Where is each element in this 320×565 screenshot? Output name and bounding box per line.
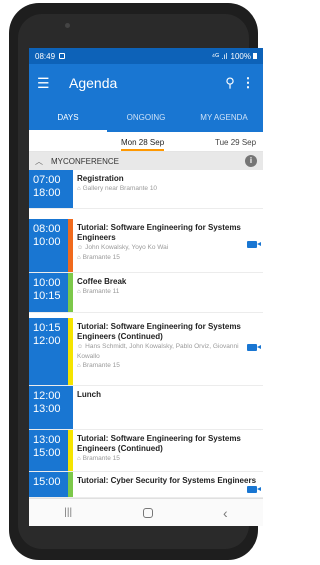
session-start: 10:15 (33, 322, 61, 334)
home-icon[interactable] (142, 507, 153, 518)
session-end: 10:00 (33, 236, 61, 248)
app-screen: 08:49 ⁴ᴳ .ıl 100% ☰ Agenda ⚲ ⋮ Days Ongo… (29, 48, 263, 526)
session-row[interactable]: 15:00 Tutorial: Cyber Security for Syste… (29, 472, 263, 498)
session-location: Bramante 15 (82, 254, 120, 261)
date-selector: Mon 28 Sep Tue 29 Sep (29, 132, 263, 152)
date-selected[interactable]: Mon 28 Sep (121, 138, 165, 151)
status-bar: 08:49 ⁴ᴳ .ıl 100% (29, 48, 263, 64)
session-speakers: Hans Schmidt, John Kowalsky, Pablo Orviz… (77, 343, 239, 360)
session-time: 07:00 18:00 (29, 170, 68, 208)
session-end: 18:00 (33, 187, 61, 199)
session-location: Bramante 15 (82, 362, 120, 369)
session-title: Registration (77, 174, 124, 183)
search-icon[interactable]: ⚲ (219, 75, 241, 91)
session-start: 13:00 (33, 434, 61, 446)
location-icon: ⌂ (77, 363, 81, 369)
session-row[interactable]: 12:00 13:00 Lunch (29, 386, 263, 430)
session-time: 08:00 10:00 (29, 219, 68, 272)
notification-icon (59, 53, 66, 59)
video-icon[interactable] (247, 241, 261, 248)
tab-days[interactable]: Days (29, 102, 107, 132)
session-speakers: John Kowalsky, Yoyo Ko Wai (85, 244, 169, 251)
session-end: 10:15 (33, 290, 61, 302)
session-start: 10:00 (33, 277, 61, 289)
person-icon: ☺ (77, 344, 84, 350)
session-location: Bramante 11 (82, 288, 120, 295)
recents-icon[interactable]: ||| (64, 507, 72, 518)
session-end: 15:00 (33, 447, 61, 459)
session-end: 13:00 (33, 403, 61, 415)
session-start: 12:00 (33, 390, 61, 402)
conference-header[interactable]: ︿ MYCONFERENCE i (29, 152, 263, 170)
date-next[interactable]: Tue 29 Sep (215, 138, 256, 147)
session-start: 15:00 (33, 476, 61, 488)
location-icon: ⌂ (77, 289, 81, 295)
session-row[interactable]: 08:00 10:00 Tutorial: Software Engineeri… (29, 219, 263, 273)
status-time: 08:49 (35, 51, 56, 61)
session-location: Bramante 15 (82, 455, 120, 462)
session-time: 10:00 10:15 (29, 273, 68, 312)
session-time: 10:15 12:00 (29, 318, 68, 385)
tab-my-agenda[interactable]: My Agenda (185, 102, 263, 132)
person-icon: ☺ (77, 245, 84, 251)
session-title: Lunch (77, 390, 101, 399)
session-time: 12:00 13:00 (29, 386, 68, 429)
session-title: Tutorial: Cyber Security for Systems Eng… (77, 476, 257, 485)
app-bar: ☰ Agenda ⚲ ⋮ (29, 64, 263, 102)
camera-dot (65, 23, 70, 28)
session-row[interactable]: 10:15 12:00 Tutorial: Software Engineeri… (29, 318, 263, 386)
back-icon[interactable]: ‹ (223, 505, 228, 521)
video-icon[interactable] (247, 344, 261, 351)
session-start: 08:00 (33, 223, 61, 235)
battery-level: 100% (230, 51, 251, 61)
session-location: Gallery near Bramante 10 (82, 185, 158, 192)
location-icon: ⌂ (77, 255, 81, 261)
page-title: Agenda (69, 75, 118, 91)
session-title: Tutorial: Software Engineering for Syste… (77, 322, 241, 341)
location-icon: ⌂ (77, 456, 81, 462)
session-time: 13:00 15:00 (29, 430, 68, 471)
tab-ongoing[interactable]: Ongoing (107, 102, 185, 132)
session-row[interactable]: 07:00 18:00 Registration ⌂ Gallery near B… (29, 170, 263, 209)
session-row[interactable]: 13:00 15:00 Tutorial: Software Engineeri… (29, 430, 263, 472)
battery-icon (253, 53, 257, 59)
session-title: Tutorial: Software Engineering for Syste… (77, 434, 241, 453)
more-vert-icon[interactable]: ⋮ (241, 75, 255, 91)
video-icon[interactable] (247, 486, 261, 493)
session-time: 15:00 (29, 472, 68, 497)
session-row[interactable]: 10:00 10:15 Coffee Break ⌂ Bramante 11 (29, 273, 263, 313)
location-icon: ⌂ (77, 186, 81, 192)
signal-icon: ⁴ᴳ .ıl (211, 51, 228, 61)
info-icon[interactable]: i (245, 155, 257, 167)
system-nav-bar: ||| ‹ (29, 498, 263, 526)
session-title: Coffee Break (77, 277, 127, 286)
chevron-up-icon[interactable]: ︿ (35, 156, 51, 167)
session-start: 07:00 (33, 174, 61, 186)
session-end: 12:00 (33, 335, 61, 347)
conference-name: MYCONFERENCE (51, 156, 120, 166)
session-title: Tutorial: Software Engineering for Syste… (77, 223, 241, 242)
menu-icon[interactable]: ☰ (37, 75, 59, 92)
tab-bar: Days Ongoing My Agenda (29, 102, 263, 132)
